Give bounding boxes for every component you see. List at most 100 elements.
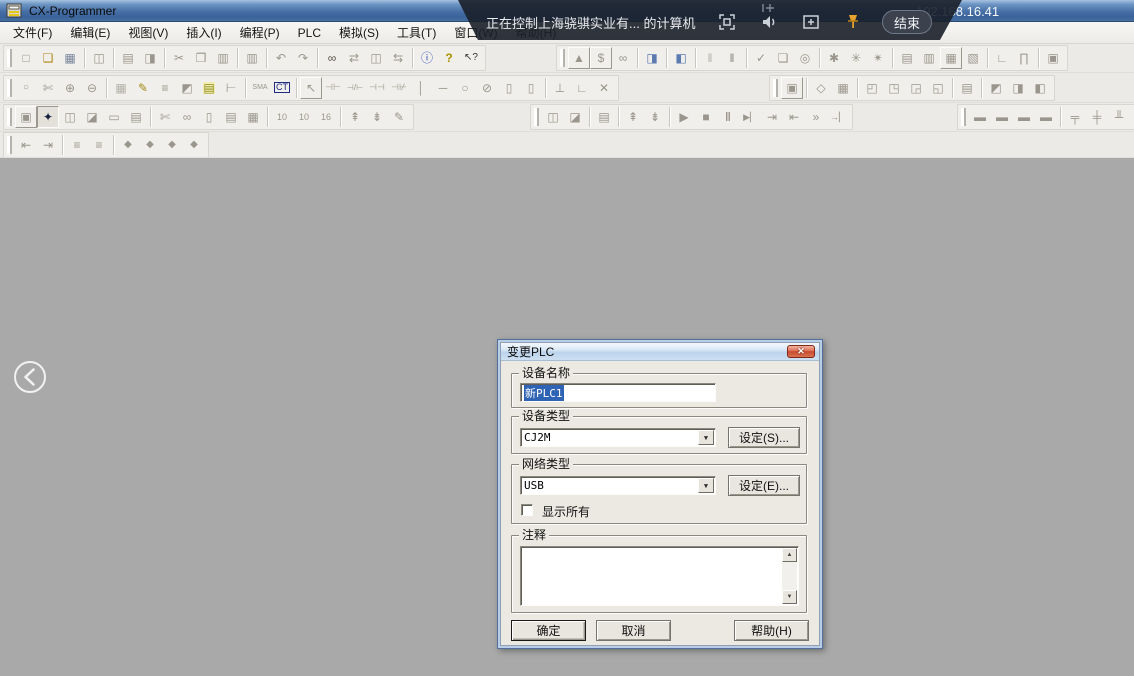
tb-pause-button[interactable]: ‖ [721, 47, 743, 69]
tb-monitor-window-3-button[interactable]: ◲ [905, 77, 927, 99]
tb-transfer-from-plc-button[interactable]: ◪ [564, 106, 586, 128]
tb-transfer-layers-button[interactable]: ◇ [810, 77, 832, 99]
tb-work-online-button[interactable]: ▲ [568, 47, 590, 69]
tb-hex-view-button[interactable]: 16 [315, 106, 337, 128]
tb-undo-button[interactable]: ↶ [270, 47, 292, 69]
tb-sim-pause-button[interactable]: ‖ [717, 106, 739, 128]
end-session-button[interactable]: 结束 [882, 10, 932, 34]
cancel-button[interactable]: 取消 [596, 620, 671, 641]
tb-program-check-button[interactable]: ✓ [750, 47, 772, 69]
tb-memory-view-4-button[interactable]: ▬ [1035, 106, 1057, 128]
tb-sim-step-in-button[interactable]: ⇥ [761, 106, 783, 128]
tb-block-comment-button[interactable]: ≡ [88, 134, 110, 156]
tb-copy-button[interactable]: ❒ [190, 47, 212, 69]
windows-grid-icon[interactable] [800, 11, 822, 33]
help-button[interactable]: 帮助(H) [734, 620, 809, 641]
tb-plc-clock-button[interactable]: ▣ [781, 77, 803, 99]
tb-find-address-button[interactable]: ◫ [365, 47, 387, 69]
network-settings-button[interactable]: 设定(E)... [728, 475, 800, 496]
tb-memory-view-1-button[interactable]: ▬ [969, 106, 991, 128]
tb-io-comment-button[interactable]: ∞ [176, 106, 198, 128]
device-type-select[interactable]: CJ2M ▼ [520, 428, 716, 447]
tb-rung-view-button[interactable]: ▤ [198, 77, 220, 99]
tb-value-edit-button[interactable]: ✎ [388, 106, 410, 128]
tb-program-transfer-button[interactable]: ❏ [772, 47, 794, 69]
tb-diff-trace-button[interactable]: ╥ [1130, 106, 1134, 128]
tb-contact-closed-button[interactable]: ⊣/⊢ [344, 77, 366, 99]
toolbar-grip[interactable] [961, 108, 966, 126]
tb-print-preview-button[interactable]: ◨ [139, 47, 161, 69]
tb-print-button[interactable]: ▤ [117, 47, 139, 69]
scroll-down-icon[interactable]: ▼ [782, 590, 797, 604]
tb-compile-button[interactable]: ✱ [823, 47, 845, 69]
remote-pin-icon[interactable] [842, 11, 864, 33]
tb-memory-view-2-button[interactable]: ▬ [991, 106, 1013, 128]
tb-sim-step-out-button[interactable]: ⇤ [783, 106, 805, 128]
toolbar-grip[interactable] [7, 136, 12, 154]
tb-fb-parameter-button[interactable]: ∟ [571, 77, 593, 99]
tb-io-table-button[interactable]: ▤ [896, 47, 918, 69]
tb-window-view-2-button[interactable]: ◨ [1007, 77, 1029, 99]
tb-vertical-line-button[interactable]: │ [410, 77, 432, 99]
tb-sim-run-end-button[interactable]: →▏ [827, 106, 849, 128]
tb-force-release-button[interactable]: ⇟ [366, 106, 388, 128]
tb-replace-button[interactable]: ⇆ [387, 47, 409, 69]
toolbar-grip[interactable] [7, 49, 12, 67]
tb-online-simulator-button[interactable]: ◨ [641, 47, 663, 69]
tb-properties-window-button[interactable]: ▤ [125, 106, 147, 128]
chevron-down-icon[interactable]: ▼ [698, 430, 714, 445]
tb-monitor-mode-button[interactable]: $ [590, 47, 612, 69]
tb-window-view-3-button[interactable]: ◧ [1029, 77, 1051, 99]
tb-force-on-button[interactable]: ◆ [117, 134, 139, 156]
tb-zoom-fit-button[interactable]: ○ [15, 77, 37, 99]
tb-online-edit-button[interactable]: ✴ [867, 47, 889, 69]
tb-zoom-out-button[interactable]: ⊖ [81, 77, 103, 99]
tb-outdent-button[interactable]: ⇥ [37, 134, 59, 156]
tb-monitor-window-2-button[interactable]: ◳ [883, 77, 905, 99]
tb-binary-view-button[interactable]: ▦ [242, 106, 264, 128]
tb-monitor-window-4-button[interactable]: ◱ [927, 77, 949, 99]
tb-set-value-button[interactable]: ◆ [183, 134, 205, 156]
dialog-close-icon[interactable]: ✕ [787, 345, 815, 358]
network-type-select[interactable]: USB ▼ [520, 476, 716, 495]
tb-watch-columns-button[interactable]: ▤ [956, 77, 978, 99]
tb-help-button[interactable]: ? [438, 47, 460, 69]
tb-find-button[interactable]: ∞ [321, 47, 343, 69]
tb-time-chart-button[interactable]: ∏ [1013, 47, 1035, 69]
tb-calendar-grid-button[interactable]: ▦ [832, 77, 854, 99]
tb-force-cancel-button[interactable]: ◆ [161, 134, 183, 156]
tb-new-file-button[interactable]: □ [15, 47, 37, 69]
tb-open-file-button[interactable]: ❏ [37, 47, 59, 69]
tb-coil-open-button[interactable]: ○ [454, 77, 476, 99]
tb-instruction-box-button[interactable]: ▯ [498, 77, 520, 99]
tb-memory-view-3-button[interactable]: ▬ [1013, 106, 1035, 128]
tb-io-compare-button[interactable]: ▧ [962, 47, 984, 69]
tb-block-tree-button[interactable]: ⊢ [220, 77, 242, 99]
menu-insert[interactable]: 插入(I) [177, 21, 230, 44]
tb-about-info-button[interactable]: ⓘ [416, 47, 438, 69]
comment-scrollbar[interactable]: ▲ ▼ [782, 548, 797, 604]
tb-horizontal-line-button[interactable]: ─ [432, 77, 454, 99]
tb-force-hold-button[interactable]: ⇞ [344, 106, 366, 128]
tb-address-cut-button[interactable]: ✄ [154, 106, 176, 128]
tb-rung-comment-button[interactable]: ≡ [66, 134, 88, 156]
device-name-input[interactable]: 新PLC1 [520, 383, 716, 402]
tb-io-monitor-button[interactable]: ▦ [940, 47, 962, 69]
menu-file[interactable]: 文件(F) [4, 21, 61, 44]
tb-search-settings-button[interactable]: ⇄ [343, 47, 365, 69]
menu-program[interactable]: 编程(P) [231, 21, 289, 44]
tb-decimal-view-button[interactable]: 10 [271, 106, 293, 128]
toolbar-grip[interactable] [560, 49, 565, 67]
tb-window-view-1-button[interactable]: ◩ [985, 77, 1007, 99]
tb-select-tool-button[interactable]: ↖ [300, 77, 322, 99]
tb-contact-open-button[interactable]: ⊣⊢ [322, 77, 344, 99]
menu-tools[interactable]: 工具(T) [388, 21, 445, 44]
tb-simulator-warning-button[interactable]: ◧ [670, 47, 692, 69]
tb-indent-button[interactable]: ⇤ [15, 134, 37, 156]
tb-paste-button[interactable]: ▥ [212, 47, 234, 69]
tb-data-lock-button[interactable]: ▣ [1042, 47, 1064, 69]
tb-zoom-region-button[interactable]: ✄ [37, 77, 59, 99]
tb-diff-monitor-button[interactable]: ╨ [1108, 106, 1130, 128]
tb-device-find-button[interactable]: ◫ [88, 47, 110, 69]
tb-watch-window-button[interactable]: ◫ [59, 106, 81, 128]
